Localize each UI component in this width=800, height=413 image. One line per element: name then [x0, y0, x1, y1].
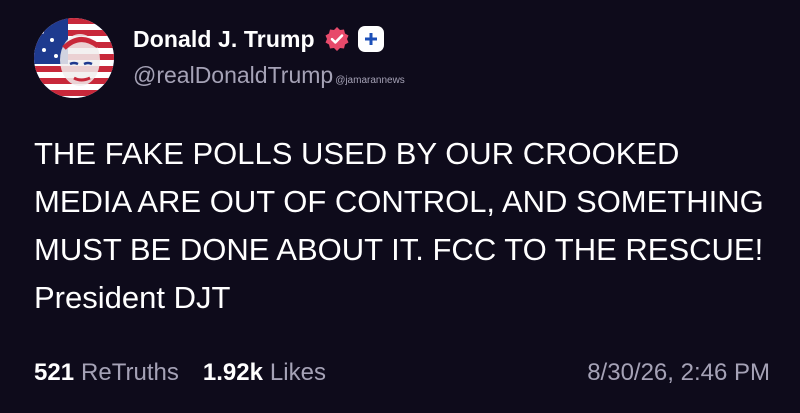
verified-badge-icon: [324, 26, 350, 52]
follow-button[interactable]: [357, 26, 384, 52]
likes-count: 1.92k: [202, 359, 263, 386]
post-card: Donald J. Trump @realDonaldTrump @jamara…: [0, 0, 800, 413]
retruths-count: 521: [34, 359, 75, 386]
flag-portrait-avatar: [34, 18, 114, 98]
name-row: Donald J. Trump: [133, 24, 384, 54]
likes-label: Likes: [269, 359, 326, 386]
post-timestamp[interactable]: 8/30/26, 2:46 PM: [587, 359, 770, 387]
likes-stat[interactable]: 1.92k Likes: [203, 359, 326, 387]
watermark: @jamarannews: [335, 75, 405, 86]
handle-row: @realDonaldTrump @jamarannews: [133, 62, 405, 89]
post-stats: 521 ReTruths 1.92k Likes 8/30/26, 2:46 P…: [34, 355, 770, 391]
plus-icon: [364, 33, 377, 45]
author-handle[interactable]: @realDonaldTrump: [133, 62, 333, 89]
retruths-label: ReTruths: [81, 359, 179, 386]
avatar[interactable]: [34, 18, 114, 98]
post-text: THE FAKE POLLS USED BY OUR CROOKED MEDIA…: [34, 136, 764, 315]
retruths-stat[interactable]: 521 ReTruths: [34, 359, 179, 387]
display-name[interactable]: Donald J. Trump: [133, 26, 315, 53]
